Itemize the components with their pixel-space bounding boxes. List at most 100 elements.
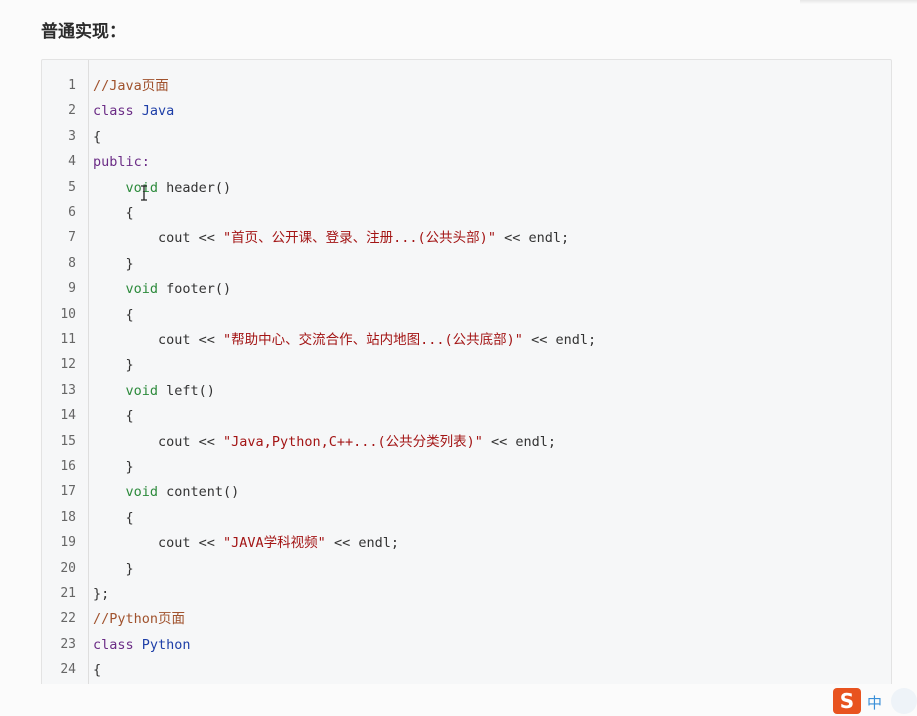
code-token: << endl; xyxy=(522,332,597,348)
code-line: 21}; xyxy=(42,582,891,606)
code-text: }; xyxy=(93,582,109,606)
code-token: { xyxy=(93,205,134,221)
section-heading: 普通实现： xyxy=(41,22,126,42)
line-number: 23 xyxy=(60,636,76,652)
code-token: header() xyxy=(158,179,232,196)
code-text: //Java页面 xyxy=(93,74,169,98)
line-number: 20 xyxy=(60,560,76,576)
ime-extra-icon[interactable] xyxy=(891,688,917,714)
line-number: 22 xyxy=(60,611,76,627)
code-token: { xyxy=(93,306,134,323)
code-line: 22 //Python页面 xyxy=(42,607,891,631)
code-text: { xyxy=(93,125,101,149)
line-number: 6 xyxy=(68,205,76,220)
code-token: cout << xyxy=(93,332,224,348)
code-line: 15 cout << "Java,Python,C++...(公共分类列表)" … xyxy=(42,430,891,454)
code-token: } xyxy=(93,255,134,272)
code-token: public: xyxy=(93,154,150,171)
code-token: class xyxy=(93,103,142,120)
line-number: 19 xyxy=(60,535,76,551)
code-token: << endl; xyxy=(325,535,399,552)
code-text: } xyxy=(93,557,134,581)
code-token: << endl; xyxy=(482,433,557,450)
code-token: << endl; xyxy=(495,230,570,247)
code-token: void xyxy=(125,281,159,298)
line-number: 10 xyxy=(60,306,76,322)
code-line: 9 void footer() xyxy=(42,277,891,301)
code-block[interactable]: 1//Java页面 2 class Java 3{4 public: 5 void hea… xyxy=(41,59,892,701)
line-number: 7 xyxy=(68,230,76,246)
code-token: Python xyxy=(141,636,191,653)
code-token: cout << xyxy=(93,433,224,450)
code-text: void left() xyxy=(93,379,215,403)
code-token: void xyxy=(125,484,159,501)
code-line: 2 class Java xyxy=(42,99,891,123)
code-token: { xyxy=(93,509,134,526)
code-token: class xyxy=(93,636,142,653)
code-line: 11 cout << "帮助中心、交流合作、站内地图...(公共底部)" << … xyxy=(42,328,891,352)
code-token: { xyxy=(93,408,134,425)
code-line: 1 //Java页面 xyxy=(42,74,891,98)
ime-toolbar[interactable]: S 中 xyxy=(833,686,917,716)
code-token: { xyxy=(93,128,102,145)
line-number: 24 xyxy=(60,662,76,678)
code-text: cout << "Java,Python,C++...(公共分类列表)" << … xyxy=(93,430,556,454)
line-number: 21 xyxy=(60,586,76,601)
line-number: 9 xyxy=(68,281,76,297)
code-text: { xyxy=(93,658,101,682)
line-number: 2 xyxy=(68,103,76,119)
code-text: //Python页面 xyxy=(93,607,185,631)
code-text: void content() xyxy=(93,480,240,504)
code-text: cout << "帮助中心、交流合作、站内地图...(公共底部)" << end… xyxy=(93,328,596,352)
line-number: 4 xyxy=(68,154,76,170)
code-text: void header() xyxy=(93,176,232,200)
text-cursor-icon xyxy=(140,185,147,201)
code-text: class Python xyxy=(93,633,191,657)
code-text: public: xyxy=(93,150,150,174)
line-number: 14 xyxy=(60,408,76,424)
code-text: } xyxy=(93,353,134,377)
line-number: 12 xyxy=(60,357,76,373)
line-number: 11 xyxy=(60,332,76,347)
code-token: "JAVA学科视频" xyxy=(223,535,326,552)
code-text: { xyxy=(93,506,134,530)
code-line: 6 { xyxy=(42,201,891,225)
code-line: 10 { xyxy=(42,303,891,327)
code-token: cout << xyxy=(93,230,224,247)
code-text: { xyxy=(93,201,134,225)
code-token: } xyxy=(93,560,134,577)
line-number: 8 xyxy=(68,255,76,271)
ime-mode-indicator[interactable]: 中 xyxy=(867,692,882,713)
code-line: 14 { xyxy=(42,404,891,428)
code-text: { xyxy=(93,404,134,428)
code-line: 24 { xyxy=(42,658,891,682)
code-line: 7 cout << "首页、公开课、登录、注册...(公共头部)" << end… xyxy=(42,226,891,250)
code-text: } xyxy=(93,252,134,276)
code-token: { xyxy=(93,662,102,679)
line-number: 18 xyxy=(60,509,76,525)
code-line: 5 void header() xyxy=(42,176,891,200)
code-token: "首页、公开课、登录、注册...(公共头部)" xyxy=(223,230,496,247)
code-line: 8 } xyxy=(42,252,891,276)
code-line: 16 } xyxy=(42,455,891,479)
code-text: cout << "JAVA学科视频" << endl; xyxy=(93,531,399,555)
code-token: cout << xyxy=(93,535,224,552)
line-number: 3 xyxy=(68,128,76,144)
code-token: left() xyxy=(158,382,215,399)
code-text: void footer() xyxy=(93,277,232,301)
sogou-ime-icon[interactable]: S xyxy=(833,688,861,714)
code-line: 3{ xyxy=(42,125,891,149)
code-line: 12 } xyxy=(42,353,891,377)
code-line: 17 void content() xyxy=(42,480,891,504)
code-line: 13 void left() xyxy=(42,379,891,403)
code-token: content() xyxy=(158,484,240,501)
code-token: //Python页面 xyxy=(93,611,186,628)
code-token: Java xyxy=(141,103,175,120)
bottom-area xyxy=(0,684,917,716)
top-shadow xyxy=(800,0,917,4)
code-token: } xyxy=(93,357,134,374)
code-line: 18 { xyxy=(42,506,891,530)
code-line: 23 class Python xyxy=(42,633,891,657)
